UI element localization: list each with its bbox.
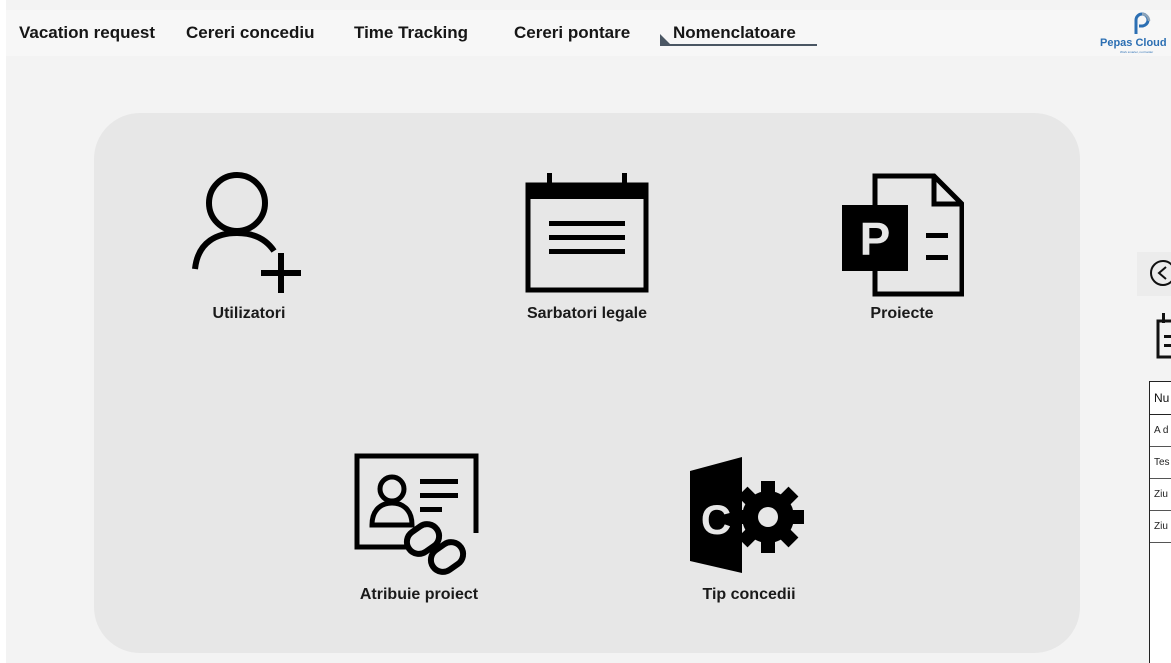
logo-mark-icon [1134,12,1151,34]
tile-proiecte[interactable]: P Proiecte [832,171,972,331]
top-nav: Vacation request Cereri concediu Time Tr… [6,10,1171,56]
chevron-left-circle-icon [1150,260,1171,286]
svg-text:P: P [860,213,891,265]
nav-cereri-concediu[interactable]: Cereri concediu [186,23,315,43]
tile-tip-concedii[interactable]: C Tip concedii [674,451,824,611]
tile-label: Atribuie proiect [359,586,479,603]
calendar-icon [525,173,649,293]
tile-label: Tip concedii [702,586,796,603]
logo-tagline: Work smarter, not harder [1120,50,1154,54]
tile-label: Sarbatori legale [526,305,648,322]
logo-text: Pepas Cloud [1100,37,1167,49]
tile-utilizatori[interactable]: Utilizatori [184,171,314,331]
table-row[interactable]: Ziu [1150,511,1171,543]
table-row[interactable]: Tes [1150,447,1171,479]
left-edge [0,0,6,663]
app-page: Vacation request Cereri concediu Time Tr… [0,0,1171,663]
contact-card-link-icon [354,453,479,575]
nav-nomenclatoare[interactable]: Nomenclatoare [673,23,796,43]
office-gear-icon: C [690,457,804,573]
side-table: Nu A d Tes Ziu Ziu [1149,381,1171,663]
tile-label: Utilizatori [212,305,286,322]
table-row[interactable]: A d [1150,415,1171,447]
nav-vacation-request[interactable]: Vacation request [19,23,155,43]
back-button[interactable] [1137,252,1171,296]
project-file-icon: P [842,173,964,297]
nav-cereri-pontare[interactable]: Cereri pontare [514,23,630,43]
tile-label: Proiecte [870,305,934,322]
calendar-icon [1156,313,1171,359]
tile-atribuie-proiect[interactable]: Atribuie proiect [344,451,494,611]
active-tab-underline [660,44,817,46]
tile-sarbatori-legale[interactable]: Sarbatori legale [512,171,662,331]
nav-time-tracking[interactable]: Time Tracking [354,23,468,43]
logo: Pepas Cloud Work smarter, not harder [1098,10,1171,56]
menu-card: Utilizatori Sarbatori legale P Proiecte … [94,113,1080,653]
table-row[interactable]: Ziu [1150,479,1171,511]
add-user-icon [192,172,301,293]
svg-text:C: C [701,496,731,543]
side-table-header: Nu [1150,382,1171,415]
